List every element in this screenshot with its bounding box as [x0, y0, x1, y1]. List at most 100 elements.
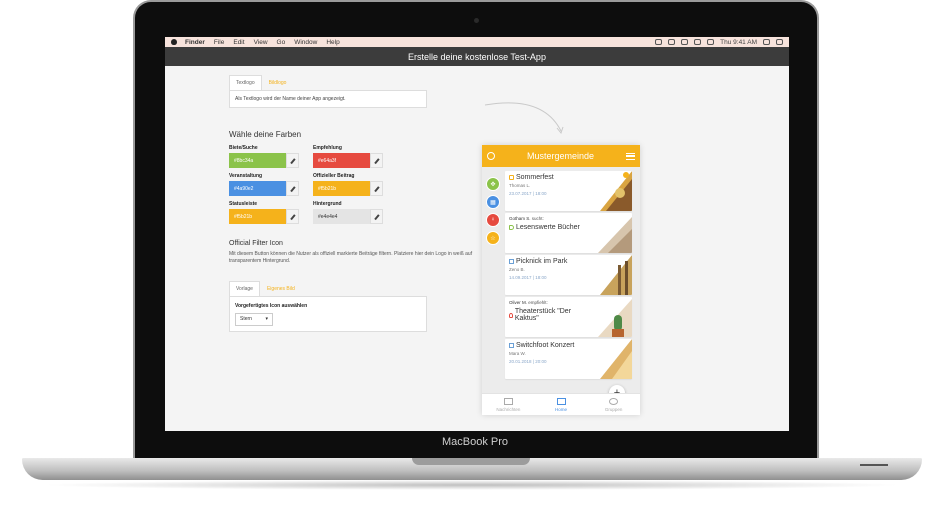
- color-grid: Biete/Suche #8bc34a Empfehlung #e64a3f Veran…: [229, 145, 479, 224]
- color-picker-button[interactable]: [286, 209, 299, 224]
- battery-icon[interactable]: [707, 39, 715, 45]
- tab-eigenes-bild[interactable]: Eigenes Bild: [260, 281, 302, 296]
- color-label: Hintergrund: [313, 201, 342, 207]
- pencil-icon: [289, 185, 296, 192]
- colors-heading: Wähle deine Farben: [229, 130, 302, 139]
- menu-edit[interactable]: Edit: [233, 39, 244, 46]
- color-setting: Empfehlung #e64a3f: [313, 145, 397, 168]
- apple-icon[interactable]: [171, 39, 177, 45]
- card-author: Gotham S.: [509, 216, 531, 221]
- feed-card[interactable]: Oliver M. empfiehlt: Theaterstück "Der K…: [505, 297, 632, 337]
- bluetooth-icon[interactable]: [668, 39, 676, 45]
- tab-textlogo[interactable]: Textlogo: [229, 75, 262, 90]
- filter-veranstaltung-icon[interactable]: ▦: [486, 195, 500, 209]
- nav-label: Home: [555, 406, 568, 412]
- nav-nachrichten[interactable]: Nachrichten: [482, 394, 535, 415]
- feed-card[interactable]: Switchfoot Konzert Mara W. 20.01.2018 | …: [505, 339, 632, 379]
- filter-sidebar: ✥ ▦ ♀ ☆: [486, 177, 500, 245]
- hamburger-menu-icon[interactable]: [626, 152, 635, 160]
- card-image: [600, 339, 632, 379]
- menu-help[interactable]: Help: [326, 39, 339, 46]
- icon-select-value: Stern: [240, 316, 252, 322]
- pencil-icon: [289, 157, 296, 164]
- time-machine-icon[interactable]: [655, 39, 663, 45]
- color-setting: Veranstaltung #4a90e2: [229, 173, 313, 196]
- filter-icon-heading: Official Filter Icon: [229, 240, 283, 247]
- color-value-field[interactable]: #4a90e2: [229, 181, 286, 196]
- color-value-field[interactable]: #e4e4e4: [313, 209, 370, 224]
- feed-card[interactable]: Picknick im Park Zeno B. 14.09.2017 | 18…: [505, 255, 632, 295]
- menu-window[interactable]: Window: [294, 39, 317, 46]
- card-title: Switchfoot Konzert: [516, 342, 575, 349]
- color-value-field[interactable]: #f5b21b: [229, 209, 286, 224]
- pencil-icon: [373, 157, 380, 164]
- card-verb: sucht:: [531, 216, 544, 221]
- color-value-field[interactable]: #8bc34a: [229, 153, 286, 168]
- laptop-notch: [412, 458, 530, 465]
- icon-select[interactable]: Stern ▾: [235, 312, 273, 326]
- filter-biete-suche-icon[interactable]: ✥: [486, 177, 500, 191]
- color-input-row: #8bc34a: [229, 153, 313, 168]
- card-title: Lesenswerte Bücher: [516, 224, 580, 231]
- color-label: Veranstaltung: [229, 173, 263, 179]
- feed: Sommerfest Thomas L. 23.07.2017 | 18:00 …: [505, 171, 632, 381]
- menu-file[interactable]: File: [214, 39, 224, 46]
- volume-icon[interactable]: [694, 39, 702, 45]
- color-label: Offizieller Beitrag: [313, 173, 355, 179]
- menu-go[interactable]: Go: [277, 39, 286, 46]
- macbook-mockup: Finder File Edit View Go Window Help Thu…: [0, 0, 943, 512]
- app-editor: Textlogo Bildlogo Als Textlogo wird der …: [229, 75, 479, 332]
- tag-icon: [509, 225, 514, 230]
- color-input-row: #f5b21b: [313, 181, 397, 196]
- nav-gruppen[interactable]: Gruppen: [587, 394, 640, 415]
- card-image: [600, 171, 632, 211]
- feed-card[interactable]: Sommerfest Thomas L. 23.07.2017 | 18:00: [505, 171, 632, 211]
- search-icon[interactable]: [487, 152, 495, 160]
- home-list-icon: [556, 397, 566, 405]
- color-input-row: #e4e4e4: [313, 209, 397, 224]
- nav-home[interactable]: Home: [535, 394, 588, 415]
- tab-bildlogo[interactable]: Bildlogo: [262, 75, 294, 90]
- groups-icon: [609, 397, 619, 405]
- filter-official-star-icon[interactable]: ☆: [486, 231, 500, 245]
- bottom-nav: Nachrichten Home Gruppen: [482, 393, 640, 415]
- screen: Finder File Edit View Go Window Help Thu…: [165, 37, 789, 431]
- icon-select-label: Vorgefertigtes Icon auswählen: [235, 302, 308, 309]
- color-picker-button[interactable]: [286, 153, 299, 168]
- tab-vorlage[interactable]: Vorlage: [229, 280, 260, 296]
- color-picker-button[interactable]: [370, 209, 383, 224]
- pencil-icon: [289, 213, 296, 220]
- color-setting: Offizieller Beitrag #f5b21b: [313, 173, 397, 196]
- curved-arrow-icon: [484, 102, 564, 135]
- window-title: Erstelle deine kostenlose Test-App: [165, 47, 789, 66]
- status-area: Thu 9:41 AM: [655, 39, 783, 46]
- menu-view[interactable]: View: [254, 39, 268, 46]
- app-preview: Mustergemeinde ✥ ▦ ♀ ☆ Sommerfest Thomas…: [482, 145, 640, 415]
- card-image: [598, 299, 632, 337]
- color-picker-button[interactable]: [370, 153, 383, 168]
- card-title: Theaterstück "Der Kaktus": [514, 308, 572, 322]
- color-picker-button[interactable]: [286, 181, 299, 196]
- search-icon[interactable]: [763, 39, 770, 45]
- wifi-icon[interactable]: [681, 39, 689, 45]
- color-label: Biete/Suche: [229, 145, 258, 151]
- card-title: Sommerfest: [516, 174, 554, 181]
- device-label: MacBook Pro: [441, 436, 509, 448]
- pencil-icon: [373, 185, 380, 192]
- clock[interactable]: Thu 9:41 AM: [720, 39, 757, 46]
- app-title: Mustergemeinde: [526, 151, 595, 161]
- camera-icon: [474, 18, 479, 23]
- color-value-field[interactable]: #e64a3f: [313, 153, 370, 168]
- card-image: [600, 255, 632, 295]
- feed-card[interactable]: Gotham S. sucht: Lesenswerte Bücher: [505, 213, 632, 253]
- laptop-shadow: [40, 480, 904, 490]
- menu-list-icon[interactable]: [776, 39, 783, 45]
- color-setting: Statusleiste #f5b21b: [229, 201, 313, 224]
- event-icon: [509, 259, 514, 264]
- color-picker-button[interactable]: [370, 181, 383, 196]
- card-author: Oliver M.: [509, 300, 527, 305]
- filter-empfehlung-icon[interactable]: ♀: [486, 213, 500, 227]
- menu-finder[interactable]: Finder: [185, 39, 205, 46]
- filter-icon-panel: Vorgefertigtes Icon auswählen Stern ▾: [229, 295, 427, 332]
- color-value-field[interactable]: #f5b21b: [313, 181, 370, 196]
